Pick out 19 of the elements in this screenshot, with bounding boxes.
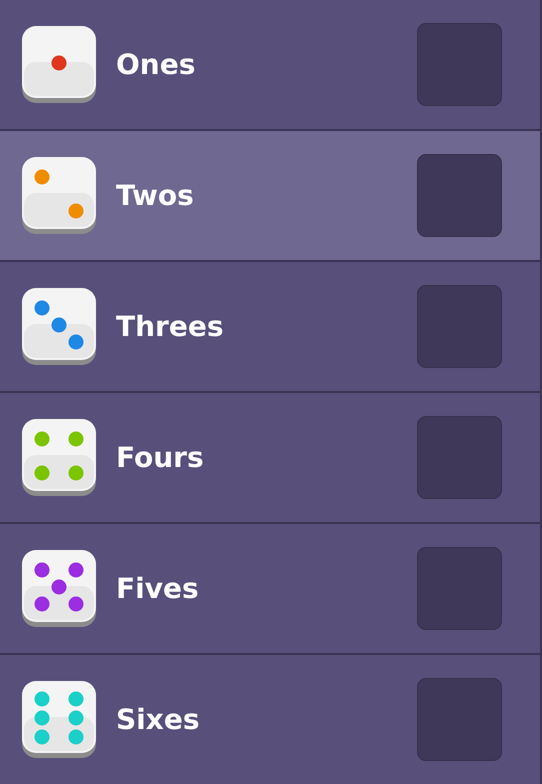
score-slot[interactable] <box>417 23 502 106</box>
die-icon <box>22 550 96 627</box>
die-icon <box>22 157 96 234</box>
category-label: Twos <box>116 179 195 212</box>
category-label: Fours <box>116 441 205 474</box>
category-label: Sixes <box>116 703 200 736</box>
category-row[interactable]: Twos <box>0 131 540 260</box>
score-slot[interactable] <box>417 416 502 499</box>
die-icon <box>22 26 96 103</box>
score-slot[interactable] <box>417 154 502 237</box>
die-icon <box>22 419 96 496</box>
score-slot[interactable] <box>417 678 502 761</box>
category-label: Threes <box>116 310 224 343</box>
score-slot[interactable] <box>417 285 502 368</box>
category-label: Fives <box>116 572 200 605</box>
category-label: Ones <box>116 48 196 81</box>
score-slot[interactable] <box>417 547 502 630</box>
die-icon <box>22 288 96 365</box>
die-icon <box>22 681 96 758</box>
